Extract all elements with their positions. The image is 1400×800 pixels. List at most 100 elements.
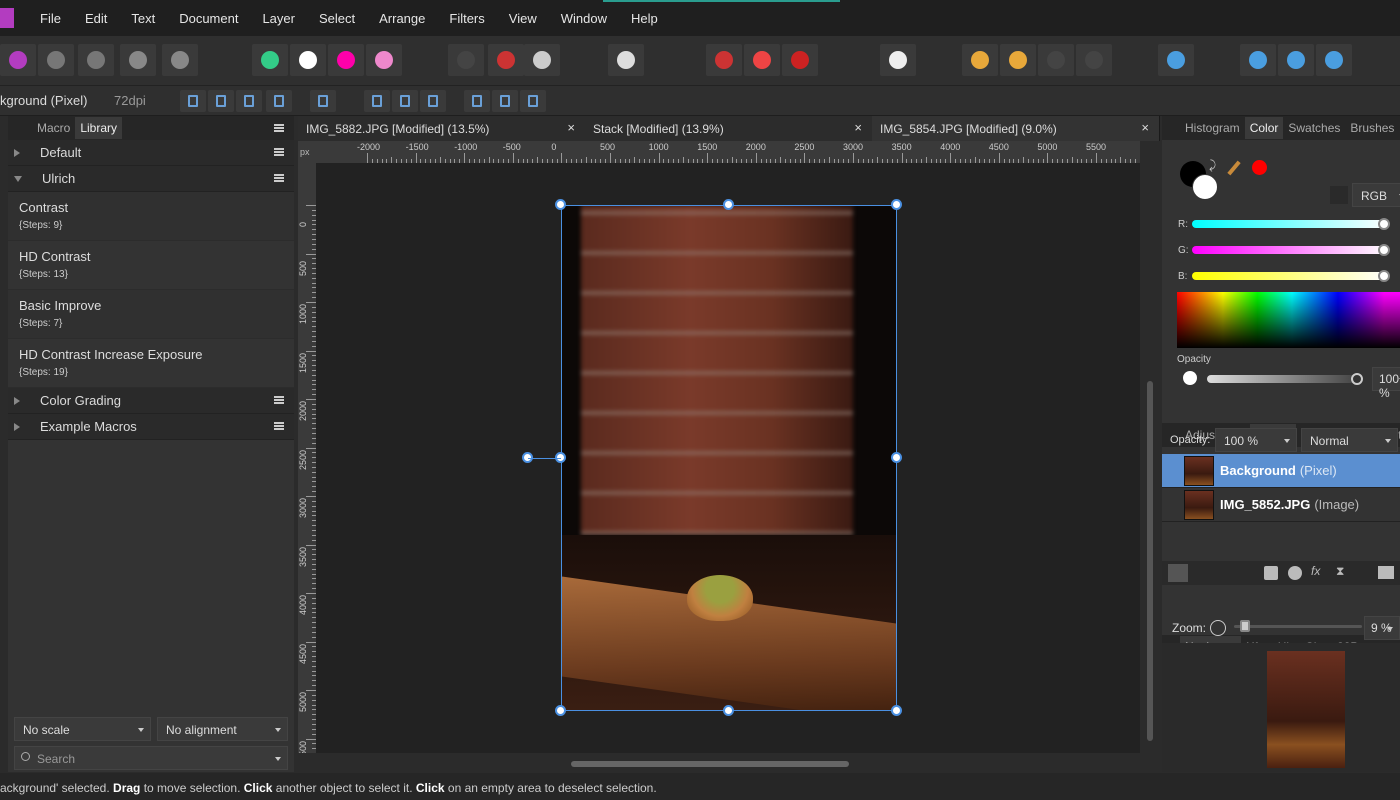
- menu-select[interactable]: Select: [307, 11, 367, 26]
- arrange-front-button[interactable]: [962, 44, 998, 76]
- search-input[interactable]: Search: [14, 746, 288, 770]
- close-icon[interactable]: ×: [854, 120, 862, 135]
- menu-window[interactable]: Window: [549, 11, 619, 26]
- group-ulrich[interactable]: Ulrich: [8, 166, 294, 192]
- close-icon[interactable]: ×: [567, 120, 575, 135]
- quick-mask-button[interactable]: [608, 44, 644, 76]
- context-tool-button[interactable]: [208, 90, 234, 112]
- align-button[interactable]: [1158, 44, 1194, 76]
- group-menu-icon[interactable]: [274, 422, 284, 430]
- zoom-slider[interactable]: [1234, 625, 1362, 628]
- alignment-select[interactable]: No alignment: [157, 717, 288, 741]
- eyedropper-icon[interactable]: [1227, 160, 1241, 176]
- color-model-select[interactable]: RGB: [1352, 183, 1400, 207]
- develop-persona-button[interactable]: [78, 44, 114, 76]
- menu-view[interactable]: View: [497, 11, 549, 26]
- transform-handle[interactable]: [723, 705, 734, 716]
- horizontal-scrollbar[interactable]: [316, 753, 1140, 773]
- group-menu-icon[interactable]: [274, 174, 284, 182]
- opacity-slider-knob[interactable]: [1351, 373, 1363, 385]
- zoom-value[interactable]: 9 %: [1364, 616, 1400, 640]
- zoom-slider-knob[interactable]: [1240, 620, 1251, 632]
- menu-arrange[interactable]: Arrange: [367, 11, 437, 26]
- tab-library[interactable]: Library: [75, 117, 123, 139]
- menu-filters[interactable]: Filters: [437, 11, 496, 26]
- channel-slider-knob[interactable]: [1378, 244, 1390, 256]
- arrange-back-button[interactable]: [1000, 44, 1036, 76]
- live-filter-icon[interactable]: ⧗: [1336, 564, 1344, 579]
- secondary-color-swatch[interactable]: [1192, 174, 1218, 200]
- vertical-scrollbar[interactable]: [1140, 141, 1160, 753]
- transform-handle[interactable]: [891, 705, 902, 716]
- layer-row[interactable]: IMG_5852.JPG (Image): [1162, 488, 1400, 522]
- close-icon[interactable]: ×: [1141, 120, 1149, 135]
- context-tool-button[interactable]: [464, 90, 490, 112]
- transform-handle[interactable]: [555, 199, 566, 210]
- group-menu-icon[interactable]: [274, 148, 284, 156]
- macro-item[interactable]: Contrast {Steps: 9}: [8, 192, 294, 241]
- menu-document[interactable]: Document: [167, 11, 250, 26]
- scale-select[interactable]: No scale: [14, 717, 151, 741]
- layer-opacity-select[interactable]: 100 %: [1215, 428, 1297, 452]
- swap-colors-icon[interactable]: ⤸: [1209, 158, 1216, 173]
- menu-file[interactable]: File: [28, 11, 73, 26]
- white-balance-button[interactable]: [366, 44, 402, 76]
- magnet-button[interactable]: [782, 44, 818, 76]
- context-tool-button[interactable]: [420, 90, 446, 112]
- context-tool-button[interactable]: [364, 90, 390, 112]
- transform-handle[interactable]: [891, 452, 902, 463]
- menu-layer[interactable]: Layer: [250, 11, 307, 26]
- boolean-subtract-button[interactable]: [1278, 44, 1314, 76]
- channel-slider-knob[interactable]: [1378, 270, 1390, 282]
- context-tool-button[interactable]: [392, 90, 418, 112]
- channel-slider[interactable]: [1192, 272, 1388, 280]
- tone-mapping-persona-button[interactable]: [120, 44, 156, 76]
- boolean-intersect-button[interactable]: [1316, 44, 1352, 76]
- layer-row[interactable]: Background (Pixel): [1162, 454, 1400, 488]
- menu-help[interactable]: Help: [619, 11, 670, 26]
- channel-slider[interactable]: [1192, 220, 1388, 228]
- boolean-add-button[interactable]: [1240, 44, 1276, 76]
- tab-histogram[interactable]: Histogram: [1180, 117, 1245, 139]
- deselect-button[interactable]: [488, 44, 524, 76]
- snapping-grid-button[interactable]: [706, 44, 742, 76]
- macro-item[interactable]: HD Contrast Increase Exposure {Steps: 19}: [8, 339, 294, 388]
- transform-handle[interactable]: [555, 705, 566, 716]
- color-spectrum[interactable]: [1177, 292, 1400, 348]
- context-tool-button[interactable]: [180, 90, 206, 112]
- navigator-preview[interactable]: [1162, 643, 1400, 772]
- fx-icon[interactable]: fx: [1311, 564, 1320, 578]
- scroll-thumb[interactable]: [1147, 381, 1153, 741]
- black-white-button[interactable]: [290, 44, 326, 76]
- tab-color[interactable]: Color: [1244, 117, 1284, 139]
- opacity-slider[interactable]: [1207, 375, 1357, 383]
- levels-button[interactable]: [252, 44, 288, 76]
- context-tool-button[interactable]: [520, 90, 546, 112]
- export-persona-button[interactable]: [162, 44, 198, 76]
- layers-stack-icon[interactable]: [1168, 564, 1188, 582]
- document-tab[interactable]: IMG_5854.JPG [Modified] (9.0%) ×: [872, 116, 1160, 141]
- document-tab[interactable]: IMG_5882.JPG [Modified] (13.5%) ×: [298, 116, 586, 141]
- arrange-backward-button[interactable]: [1076, 44, 1112, 76]
- transform-handle[interactable]: [723, 199, 734, 210]
- group-example-macros[interactable]: Example Macros: [8, 414, 294, 440]
- context-tool-button[interactable]: [266, 90, 292, 112]
- context-tool-button[interactable]: [310, 90, 336, 112]
- mask-icon[interactable]: [1264, 566, 1278, 580]
- tab-swatches[interactable]: Swatches: [1283, 117, 1345, 139]
- group-color-grading[interactable]: Color Grading: [8, 388, 294, 414]
- zoom-out-icon[interactable]: [1210, 620, 1226, 636]
- canvas[interactable]: [316, 163, 1140, 753]
- channel-slider-knob[interactable]: [1378, 218, 1390, 230]
- adjustment-icon[interactable]: [1288, 566, 1302, 580]
- document-tab[interactable]: Stack [Modified] (13.9%) ×: [585, 116, 873, 141]
- context-tool-button[interactable]: [236, 90, 262, 112]
- scroll-thumb[interactable]: [571, 761, 849, 767]
- blend-mode-select[interactable]: Normal: [1301, 428, 1398, 452]
- invert-selection-button[interactable]: [524, 44, 560, 76]
- lock-icon[interactable]: [1330, 186, 1348, 204]
- macro-item[interactable]: HD Contrast {Steps: 13}: [8, 241, 294, 290]
- assistant-button[interactable]: [880, 44, 916, 76]
- macro-item[interactable]: Basic Improve {Steps: 7}: [8, 290, 294, 339]
- transform-handle[interactable]: [891, 199, 902, 210]
